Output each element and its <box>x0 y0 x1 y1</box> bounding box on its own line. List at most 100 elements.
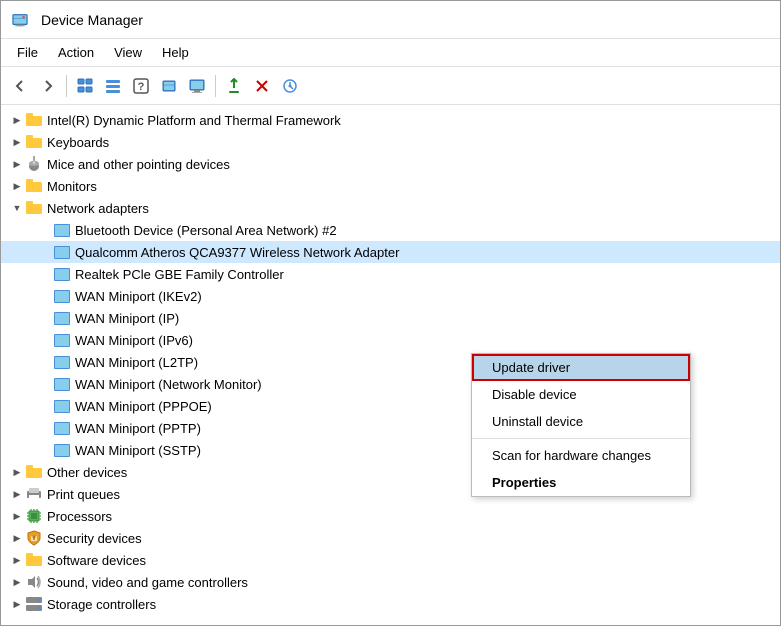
menu-bar: File Action View Help <box>1 39 780 67</box>
tree-item-software-devices[interactable]: ▶ Software devices <box>1 549 780 571</box>
forward-button[interactable] <box>35 73 61 99</box>
label-sound-video: Sound, video and game controllers <box>47 575 248 590</box>
tree-view-content[interactable]: ▶ Intel(R) Dynamic Platform and Thermal … <box>1 105 780 625</box>
tree-item-monitors[interactable]: ▶ Monitors <box>1 175 780 197</box>
icon-wan-ip <box>53 309 71 327</box>
icon-wan-ipv6 <box>53 331 71 349</box>
icon-bluetooth <box>53 221 71 239</box>
icon-wan-pppoe <box>53 397 71 415</box>
label-mice: Mice and other pointing devices <box>47 157 230 172</box>
label-security-devices: Security devices <box>47 531 142 546</box>
label-network-adapters: Network adapters <box>47 201 149 216</box>
tree-view-button[interactable] <box>72 73 98 99</box>
icon-sound-video <box>25 573 43 591</box>
menu-action[interactable]: Action <box>50 43 102 62</box>
tree-item-realtek[interactable]: ▶ Realtek PCle GBE Family Controller <box>1 263 780 285</box>
label-qualcomm: Qualcomm Atheros QCA9377 Wireless Networ… <box>75 245 399 260</box>
expander-storage-controllers[interactable]: ▶ <box>9 596 25 612</box>
icon-wan-l2tp <box>53 353 71 371</box>
expander-sound-video[interactable]: ▶ <box>9 574 25 590</box>
scan-button[interactable] <box>277 73 303 99</box>
back-button[interactable] <box>7 73 33 99</box>
tree-item-wan-ikev2[interactable]: ▶ WAN Miniport (IKEv2) <box>1 285 780 307</box>
menu-view[interactable]: View <box>106 43 150 62</box>
icon-monitors <box>25 177 43 195</box>
icon-software-devices <box>25 551 43 569</box>
ctx-separator-1 <box>472 438 690 439</box>
ctx-uninstall-device[interactable]: Uninstall device <box>472 408 690 435</box>
icon-security-devices <box>25 529 43 547</box>
label-wan-ipv6: WAN Miniport (IPv6) <box>75 333 193 348</box>
label-wan-ikev2: WAN Miniport (IKEv2) <box>75 289 202 304</box>
icon-print-queues <box>25 485 43 503</box>
toolbar-sep-1 <box>66 75 67 97</box>
icon-network-adapters <box>25 199 43 217</box>
expander-intel-dynamic[interactable]: ▶ <box>9 112 25 128</box>
label-print-queues: Print queues <box>47 487 120 502</box>
icon-qualcomm <box>53 243 71 261</box>
tree-item-qualcomm[interactable]: ▶ Qualcomm Atheros QCA9377 Wireless Netw… <box>1 241 780 263</box>
expander-network-adapters[interactable]: ▼ <box>9 200 25 216</box>
monitor-button[interactable] <box>184 73 210 99</box>
label-processors: Processors <box>47 509 112 524</box>
label-wan-sstp: WAN Miniport (SSTP) <box>75 443 201 458</box>
ctx-update-driver[interactable]: Update driver <box>472 354 690 381</box>
window-title: Device Manager <box>41 12 143 28</box>
expander-security-devices[interactable]: ▶ <box>9 530 25 546</box>
tree-item-network-adapters[interactable]: ▼ Network adapters <box>1 197 780 219</box>
tree-item-wan-ipv6[interactable]: ▶ WAN Miniport (IPv6) <box>1 329 780 351</box>
tree-item-bluetooth[interactable]: ▶ Bluetooth Device (Personal Area Networ… <box>1 219 780 241</box>
label-software-devices: Software devices <box>47 553 146 568</box>
label-wan-pppoe: WAN Miniport (PPPOE) <box>75 399 212 414</box>
expander-processors[interactable]: ▶ <box>9 508 25 524</box>
label-wan-pptp: WAN Miniport (PPTP) <box>75 421 201 436</box>
tree-item-sound-video[interactable]: ▶ Sound, video and game controllers <box>1 571 780 593</box>
ctx-properties[interactable]: Properties <box>472 469 690 496</box>
device-manager-window: Device Manager File Action View Help <box>0 0 781 626</box>
tree-item-keyboards[interactable]: ▶ Keyboards <box>1 131 780 153</box>
label-other-devices: Other devices <box>47 465 127 480</box>
expander-keyboards[interactable]: ▶ <box>9 134 25 150</box>
menu-help[interactable]: Help <box>154 43 197 62</box>
update-button[interactable] <box>221 73 247 99</box>
expander-mice[interactable]: ▶ <box>9 156 25 172</box>
expander-print-queues[interactable]: ▶ <box>9 486 25 502</box>
expander-monitors[interactable]: ▶ <box>9 178 25 194</box>
tree-item-storage-controllers[interactable]: ▶ Storage controllers <box>1 593 780 615</box>
toolbar-sep-2 <box>215 75 216 97</box>
tree-item-intel-dynamic[interactable]: ▶ Intel(R) Dynamic Platform and Thermal … <box>1 109 780 131</box>
icon-wan-sstp <box>53 441 71 459</box>
tree-item-mice[interactable]: ▶ Mice and other pointing devices <box>1 153 780 175</box>
icon-realtek <box>53 265 71 283</box>
uninstall-button[interactable] <box>249 73 275 99</box>
tree-item-processors[interactable]: ▶ Proces <box>1 505 780 527</box>
icon-wan-pptp <box>53 419 71 437</box>
label-intel-dynamic: Intel(R) Dynamic Platform and Thermal Fr… <box>47 113 341 128</box>
tree-item-security-devices[interactable]: ▶ Security devices <box>1 527 780 549</box>
app-icon <box>11 11 29 29</box>
icon-keyboards <box>25 133 43 151</box>
ctx-disable-device[interactable]: Disable device <box>472 381 690 408</box>
title-bar: Device Manager <box>1 1 780 39</box>
icon-processors <box>25 507 43 525</box>
expander-other-devices[interactable]: ▶ <box>9 464 25 480</box>
icon-wan-ikev2 <box>53 287 71 305</box>
icon-mice <box>25 155 43 173</box>
icon-intel-dynamic <box>25 111 43 129</box>
label-realtek: Realtek PCle GBE Family Controller <box>75 267 284 282</box>
resources-button[interactable] <box>156 73 182 99</box>
label-storage-controllers: Storage controllers <box>47 597 156 612</box>
context-menu: Update driver Disable device Uninstall d… <box>471 353 691 497</box>
ctx-scan-hardware[interactable]: Scan for hardware changes <box>472 442 690 469</box>
label-bluetooth: Bluetooth Device (Personal Area Network)… <box>75 223 337 238</box>
list-view-button[interactable] <box>100 73 126 99</box>
label-wan-netmon: WAN Miniport (Network Monitor) <box>75 377 262 392</box>
menu-file[interactable]: File <box>9 43 46 62</box>
icon-storage-controllers <box>25 595 43 613</box>
help-button[interactable]: ? <box>128 73 154 99</box>
svg-text:?: ? <box>138 81 145 93</box>
tree-item-wan-ip[interactable]: ▶ WAN Miniport (IP) <box>1 307 780 329</box>
icon-wan-netmon <box>53 375 71 393</box>
expander-software-devices[interactable]: ▶ <box>9 552 25 568</box>
label-keyboards: Keyboards <box>47 135 109 150</box>
